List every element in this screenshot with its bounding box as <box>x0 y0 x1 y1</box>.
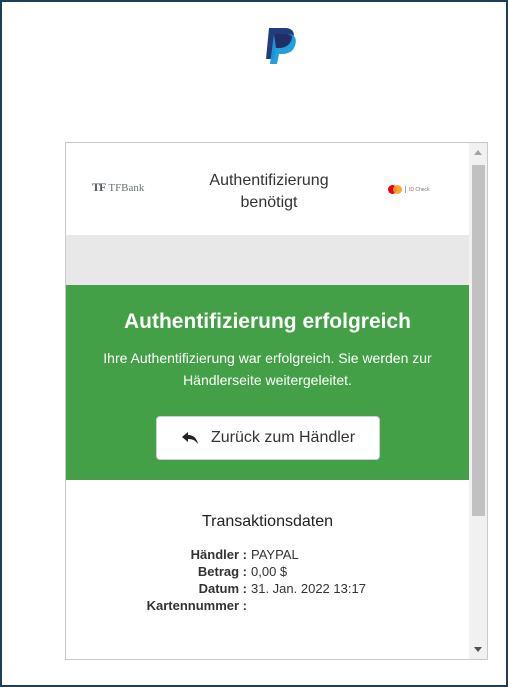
page-frame: TF TFBank Authentifizierung benötigt ID … <box>0 0 508 687</box>
vertical-scrollbar[interactable] <box>469 143 487 659</box>
auth-header-title: Authentifizierung benötigt <box>209 172 329 211</box>
transaction-value: 31. Jan. 2022 13:17 <box>251 581 366 596</box>
success-message: Ihre Authentifizierung war erfolgreich. … <box>103 350 432 388</box>
transaction-label: Datum : <box>198 581 247 596</box>
transaction-label: Händler : <box>190 547 247 562</box>
scrollbar-thumb[interactable] <box>472 165 485 516</box>
mastercard-idcheck-logo: ID Check <box>388 185 430 194</box>
success-title: Authentifizierung erfolgreich <box>123 310 411 333</box>
transaction-title: Transaktionsdaten <box>201 513 334 530</box>
paypal-logo-icon <box>266 28 296 64</box>
mastercard-icon <box>388 185 402 194</box>
idcheck-text: ID Check <box>409 186 430 193</box>
transaction-section: Transaktionsdaten Händler : PAYPAL Betra… <box>66 480 469 659</box>
scroll-up-arrow-icon[interactable] <box>469 143 487 161</box>
transaction-value: PAYPAL <box>251 547 299 562</box>
success-panel: Authentifizierung erfolgreich Ihre Authe… <box>66 285 469 480</box>
back-to-merchant-button[interactable]: Zurück zum Händler <box>156 416 380 460</box>
back-button-label: Zurück zum Händler <box>210 429 356 446</box>
tfbank-logo: TF TFBank <box>92 180 144 195</box>
tfbank-logo-text: TFBank <box>108 181 145 194</box>
transaction-label: Kartennummer : <box>146 598 247 613</box>
frame-header: TF TFBank Authentifizierung benötigt ID … <box>66 143 469 235</box>
authentication-frame: TF TFBank Authentifizierung benötigt ID … <box>65 142 488 660</box>
scroll-down-arrow-icon[interactable] <box>469 641 487 659</box>
gray-band <box>66 235 469 285</box>
reply-arrow-icon <box>181 432 198 444</box>
transaction-value: 0,00 $ <box>251 564 288 579</box>
tfbank-logo-mark: TF <box>92 180 106 194</box>
transaction-label: Betrag : <box>197 564 247 579</box>
